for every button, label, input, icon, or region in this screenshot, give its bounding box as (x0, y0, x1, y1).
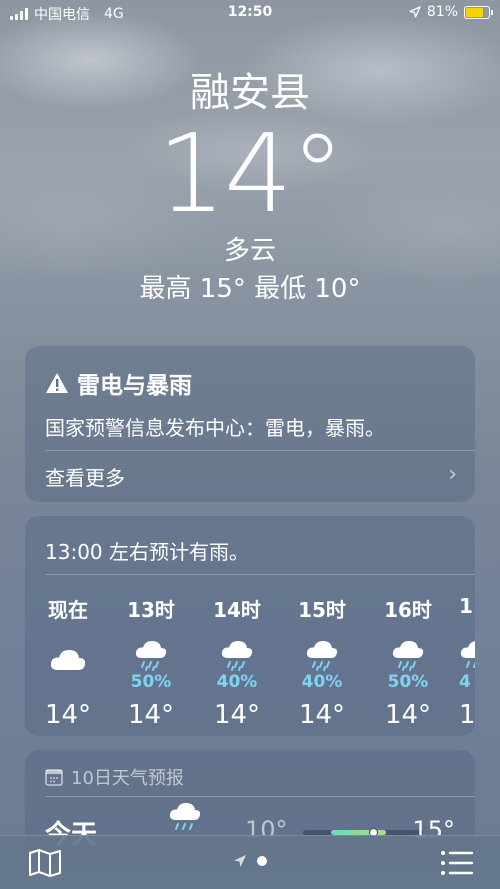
page-dot-active (257, 856, 267, 866)
bottom-toolbar (0, 835, 500, 889)
hour-label: 16时 (384, 598, 432, 622)
hour-temperature: 14° (384, 700, 432, 730)
hour-temperature: 14° (127, 700, 175, 730)
hourly-item-partial[interactable]: 1 4 1 (459, 594, 475, 730)
divider (45, 450, 475, 451)
alert-title: 雷电与暴雨 (77, 373, 192, 399)
hour-label: 14时 (213, 598, 261, 622)
ten-day-title: 10日天气预报 (71, 768, 184, 789)
hourly-item[interactable]: 现在 14° (33, 594, 103, 730)
battery-percent: 81% (426, 4, 458, 20)
status-right: 81% (409, 4, 493, 20)
precip-chance: 50% (130, 672, 172, 692)
hourly-item[interactable]: 15时 40% 14° (287, 594, 357, 730)
high-low-temperature: 最高 15° 最低 10° (139, 274, 361, 304)
hourly-summary: 13:00 左右预计有雨。 (45, 540, 249, 564)
current-condition: 多云 (223, 236, 276, 266)
ten-day-header: 10日天气预报 (45, 764, 184, 790)
divider (45, 796, 475, 797)
rain-cloud-icon (460, 641, 475, 668)
page-indicator[interactable] (0, 854, 500, 868)
rain-cloud-icon (135, 641, 167, 671)
rain-cloud-icon (392, 641, 424, 671)
chevron-right-icon: › (448, 462, 457, 487)
precip-chance: 50% (387, 672, 429, 692)
hour-temperature: 14° (44, 700, 92, 730)
hour-temperature: 1 (459, 700, 475, 730)
hour-label: 1 (459, 594, 473, 618)
hourly-item[interactable]: 16时 50% 14° (373, 594, 443, 730)
warning-icon (46, 373, 68, 393)
cloud-icon (50, 650, 86, 670)
divider (45, 574, 475, 575)
calendar-icon (45, 769, 63, 786)
alert-body: 国家预警信息发布中心：雷电，暴雨。 (45, 416, 385, 440)
status-bar: 中国电信 4G 12:50 81% (0, 0, 500, 26)
precip-chance: 40% (301, 672, 343, 692)
rain-cloud-icon (306, 641, 338, 671)
weather-alert-card[interactable]: 雷电与暴雨 国家预警信息发布中心：雷电，暴雨。 查看更多 › (25, 346, 475, 502)
hour-label: 15时 (298, 598, 346, 622)
location-services-icon (409, 6, 421, 18)
alert-see-more-link[interactable]: 查看更多 (45, 462, 125, 491)
rain-cloud-icon (221, 641, 253, 671)
precip-chance: 4 (459, 672, 471, 692)
hour-temperature: 14° (298, 700, 346, 730)
precip-chance: 40% (216, 672, 258, 692)
battery-icon (464, 5, 493, 19)
current-temperature: 14° (157, 112, 344, 237)
location-arrow-icon (234, 855, 246, 867)
hour-label: 13时 (127, 598, 175, 622)
hour-temperature: 14° (213, 700, 261, 730)
list-icon[interactable] (440, 849, 474, 877)
hourly-forecast-card[interactable]: 13:00 左右预计有雨。 现在 14° 13时 50% 14° 14时 40%… (25, 516, 475, 736)
alert-header: 雷电与暴雨 (45, 366, 192, 400)
hourly-item[interactable]: 13时 50% 14° (116, 594, 186, 730)
city-name: 融安县 (190, 70, 310, 116)
hour-label: 现在 (48, 598, 88, 622)
precip-chance (33, 672, 103, 694)
hourly-item[interactable]: 14时 40% 14° (202, 594, 272, 730)
rain-cloud-icon (169, 803, 201, 830)
